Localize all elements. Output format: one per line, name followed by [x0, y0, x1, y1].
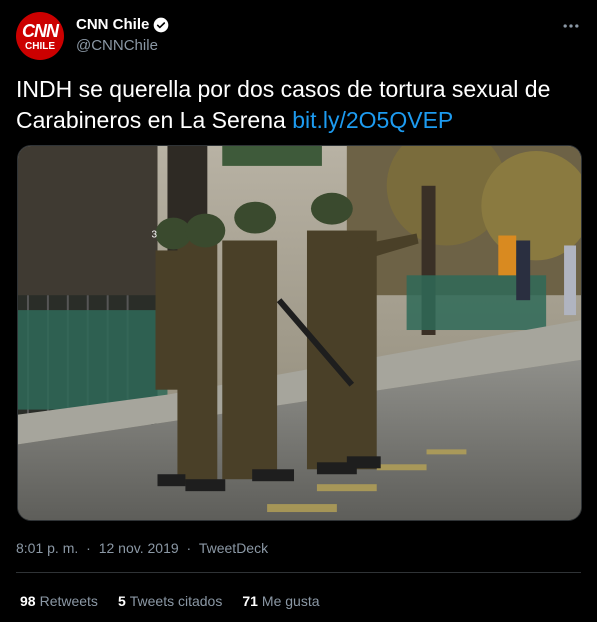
meta-separator: ·: [86, 540, 91, 556]
tweet-stats: 98 Retweets 5 Tweets citados 71 Me gusta: [20, 593, 320, 609]
tweet-date[interactable]: 12 nov. 2019: [99, 540, 179, 556]
tweet-photo[interactable]: 3: [17, 145, 582, 521]
meta-separator: ·: [186, 540, 192, 556]
tweet-body: INDH se querella por dos casos de tortur…: [16, 76, 551, 133]
divider: [16, 572, 581, 573]
retweets-label: Retweets: [39, 593, 98, 609]
avatar-logo-text: CNN: [22, 21, 59, 41]
helmet-number: 3: [152, 230, 158, 241]
avatar-logo-subtext: CHILE: [25, 41, 55, 52]
more-options-icon[interactable]: [561, 16, 581, 36]
display-name[interactable]: CNN Chile: [76, 16, 149, 33]
quotes-label: Tweets citados: [129, 593, 223, 609]
retweets-stat[interactable]: 98 Retweets: [20, 593, 98, 609]
tweet-source[interactable]: TweetDeck: [199, 540, 268, 556]
likes-count: 71: [242, 593, 258, 609]
retweets-count: 98: [20, 593, 36, 609]
name-row: CNN Chile: [76, 16, 169, 33]
avatar[interactable]: CNN CHILE: [16, 12, 64, 60]
tweet-meta: 8:01 p. m. · 12 nov. 2019 · TweetDeck: [16, 540, 268, 556]
tweet-header: CNN CHILE CNN Chile @CNNChile: [16, 12, 585, 62]
handle[interactable]: @CNNChile: [76, 37, 158, 54]
quotes-count: 5: [117, 593, 126, 609]
tweet-time[interactable]: 8:01 p. m.: [16, 540, 78, 556]
photo-image: 3: [18, 146, 581, 520]
likes-stat[interactable]: 71 Me gusta: [242, 593, 319, 609]
tweet-link[interactable]: bit.ly/2O5QVEP: [292, 107, 453, 133]
tweet-text: INDH se querella por dos casos de tortur…: [16, 74, 577, 136]
verified-badge-icon: [154, 17, 169, 32]
quotes-stat[interactable]: 5 Tweets citados: [118, 593, 222, 609]
likes-label: Me gusta: [261, 593, 320, 609]
